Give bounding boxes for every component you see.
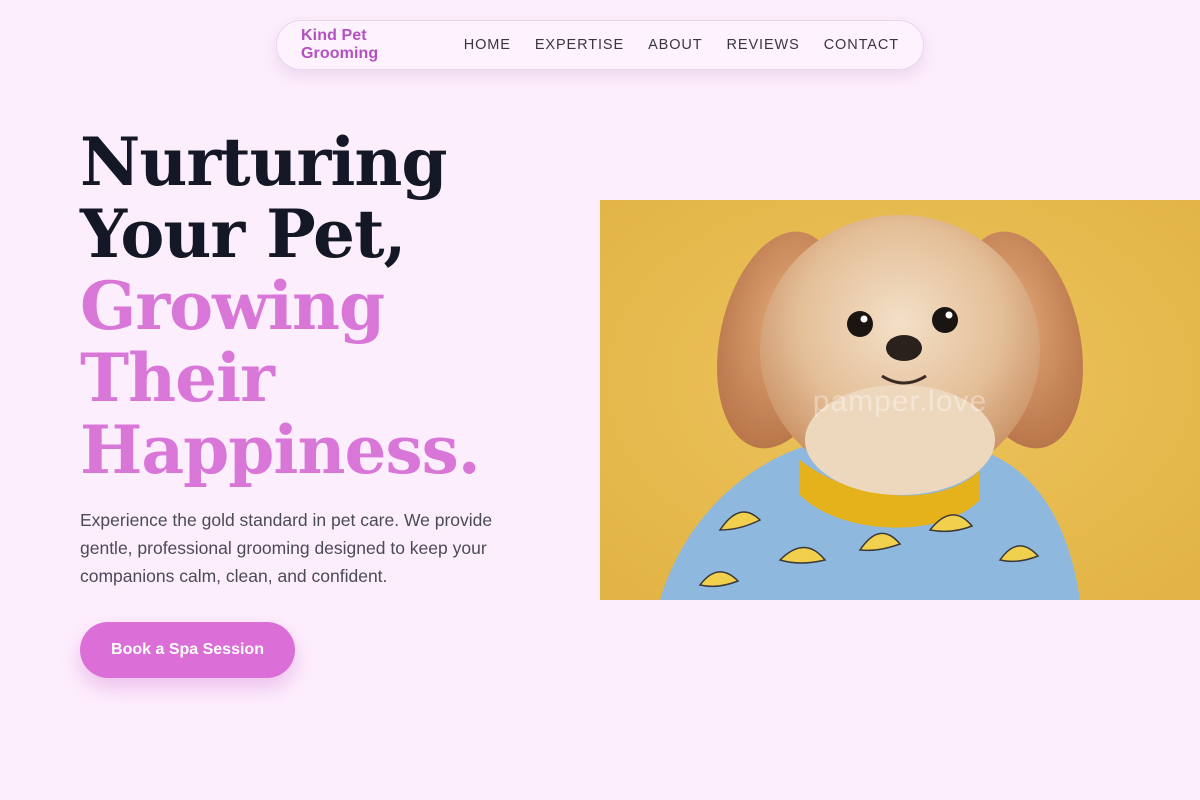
- nav-links: HOME EXPERTISE ABOUT REVIEWS CONTACT: [464, 37, 899, 53]
- hero-description: Experience the gold standard in pet care…: [80, 510, 493, 586]
- top-navigation: Kind Pet Grooming HOME EXPERTISE ABOUT R…: [276, 20, 924, 70]
- hero-dog-image: pamper.love: [600, 200, 1200, 600]
- headline-line-2: Your Pet,: [80, 195, 406, 273]
- brand-logo-link[interactable]: Kind Pet Grooming: [301, 27, 424, 63]
- nav-link-about[interactable]: ABOUT: [648, 37, 702, 53]
- nav-link-home[interactable]: HOME: [464, 37, 511, 53]
- hero-headline: Nurturing Your Pet, Growing Their Happin…: [80, 123, 481, 489]
- book-spa-session-button[interactable]: Book a Spa Session: [80, 622, 295, 678]
- headline-accent-line-1: Growing: [80, 267, 385, 345]
- nav-link-expertise[interactable]: EXPERTISE: [535, 37, 624, 53]
- headline-line-1: Nurturing: [80, 123, 448, 201]
- nav-link-contact[interactable]: CONTACT: [824, 37, 899, 53]
- headline-accent-line-3: Happiness.: [80, 411, 481, 489]
- headline-accent-line-2: Their: [80, 339, 275, 417]
- image-watermark: pamper.love: [812, 385, 988, 418]
- nav-link-reviews[interactable]: REVIEWS: [727, 37, 800, 53]
